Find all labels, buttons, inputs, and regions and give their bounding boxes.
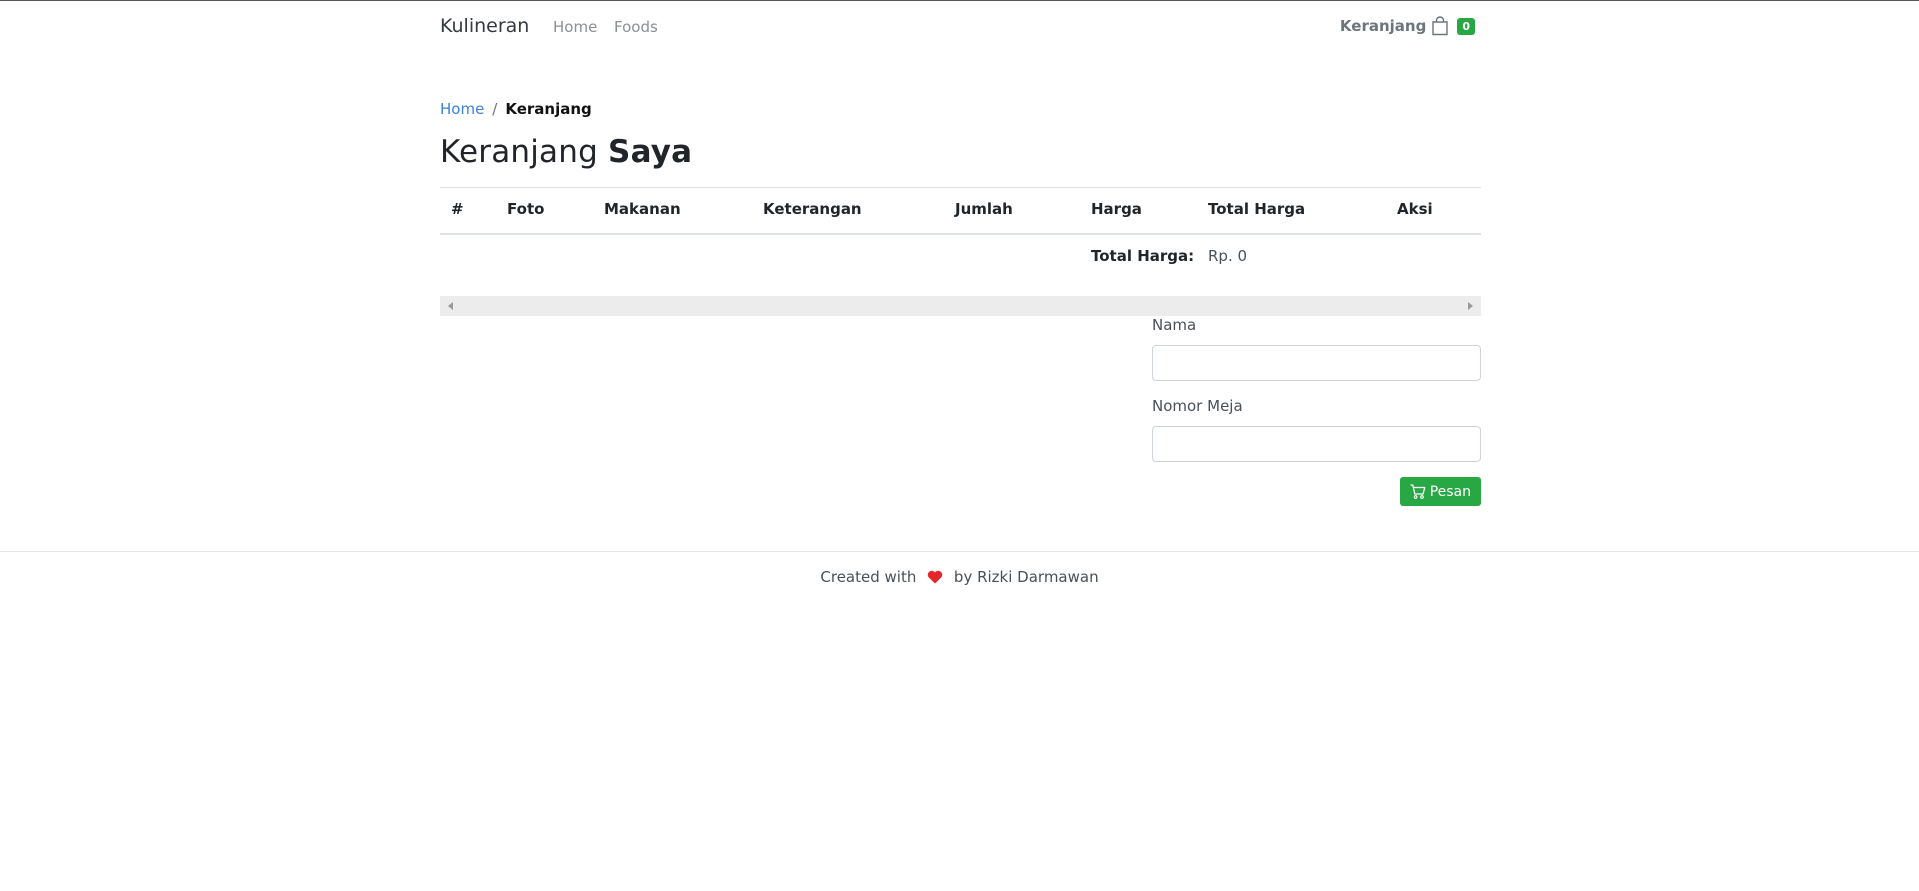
cart-icon	[1410, 484, 1426, 499]
column-header-jumlah: Jumlah	[955, 200, 1013, 218]
breadcrumb-current: Keranjang	[505, 100, 592, 118]
cart-count-badge: 0	[1457, 17, 1475, 35]
table-horizontal-scrollbar[interactable]	[440, 296, 1481, 316]
page-title-bold: Saya	[608, 134, 693, 170]
name-input[interactable]	[1152, 345, 1481, 381]
table-number-label: Nomor Meja	[1152, 397, 1243, 415]
breadcrumb-home-link[interactable]: Home	[440, 100, 484, 118]
page-title: Keranjang Saya	[440, 134, 692, 170]
column-header-foto: Foto	[507, 200, 545, 218]
scroll-right-arrow-icon[interactable]	[1468, 302, 1473, 310]
column-header-keterangan: Keterangan	[763, 200, 862, 218]
page-title-light: Keranjang	[440, 134, 598, 170]
table-top-rule	[440, 187, 1481, 188]
breadcrumb-separator: /	[492, 100, 498, 118]
heart-icon	[927, 570, 943, 588]
order-submit-button[interactable]: Pesan	[1399, 477, 1481, 506]
nav-link-home[interactable]: Home	[553, 18, 597, 36]
table-header-rule	[440, 233, 1481, 235]
total-price-value: Rp. 0	[1208, 247, 1248, 265]
cart-link[interactable]: Keranjang 0	[1340, 16, 1475, 36]
column-header-number: #	[451, 200, 464, 218]
footer-divider	[0, 551, 1919, 552]
footer-text-after: by Rizki Darmawan	[953, 568, 1099, 586]
footer-text-before: Created with	[820, 568, 917, 586]
scroll-left-arrow-icon[interactable]	[448, 302, 453, 310]
column-header-aksi: Aksi	[1397, 200, 1433, 218]
total-price-label: Total Harga:	[1091, 247, 1195, 265]
shopping-bag-icon	[1431, 16, 1449, 36]
column-header-total-harga: Total Harga	[1208, 200, 1306, 218]
navbar: Kulineran Home Foods Keranjang 0	[440, 0, 1481, 55]
cart-link-label: Keranjang	[1339, 17, 1427, 35]
order-submit-label: Pesan	[1429, 483, 1471, 500]
name-label: Nama	[1152, 316, 1197, 334]
column-header-makanan: Makanan	[604, 200, 681, 218]
nav-link-foods[interactable]: Foods	[614, 18, 658, 36]
table-number-input[interactable]	[1152, 426, 1481, 462]
navbar-brand[interactable]: Kulineran	[440, 15, 529, 37]
footer: Created with by Rizki Darmawan	[0, 568, 1919, 588]
column-header-harga: Harga	[1091, 200, 1142, 218]
breadcrumb: Home / Keranjang	[440, 100, 592, 118]
